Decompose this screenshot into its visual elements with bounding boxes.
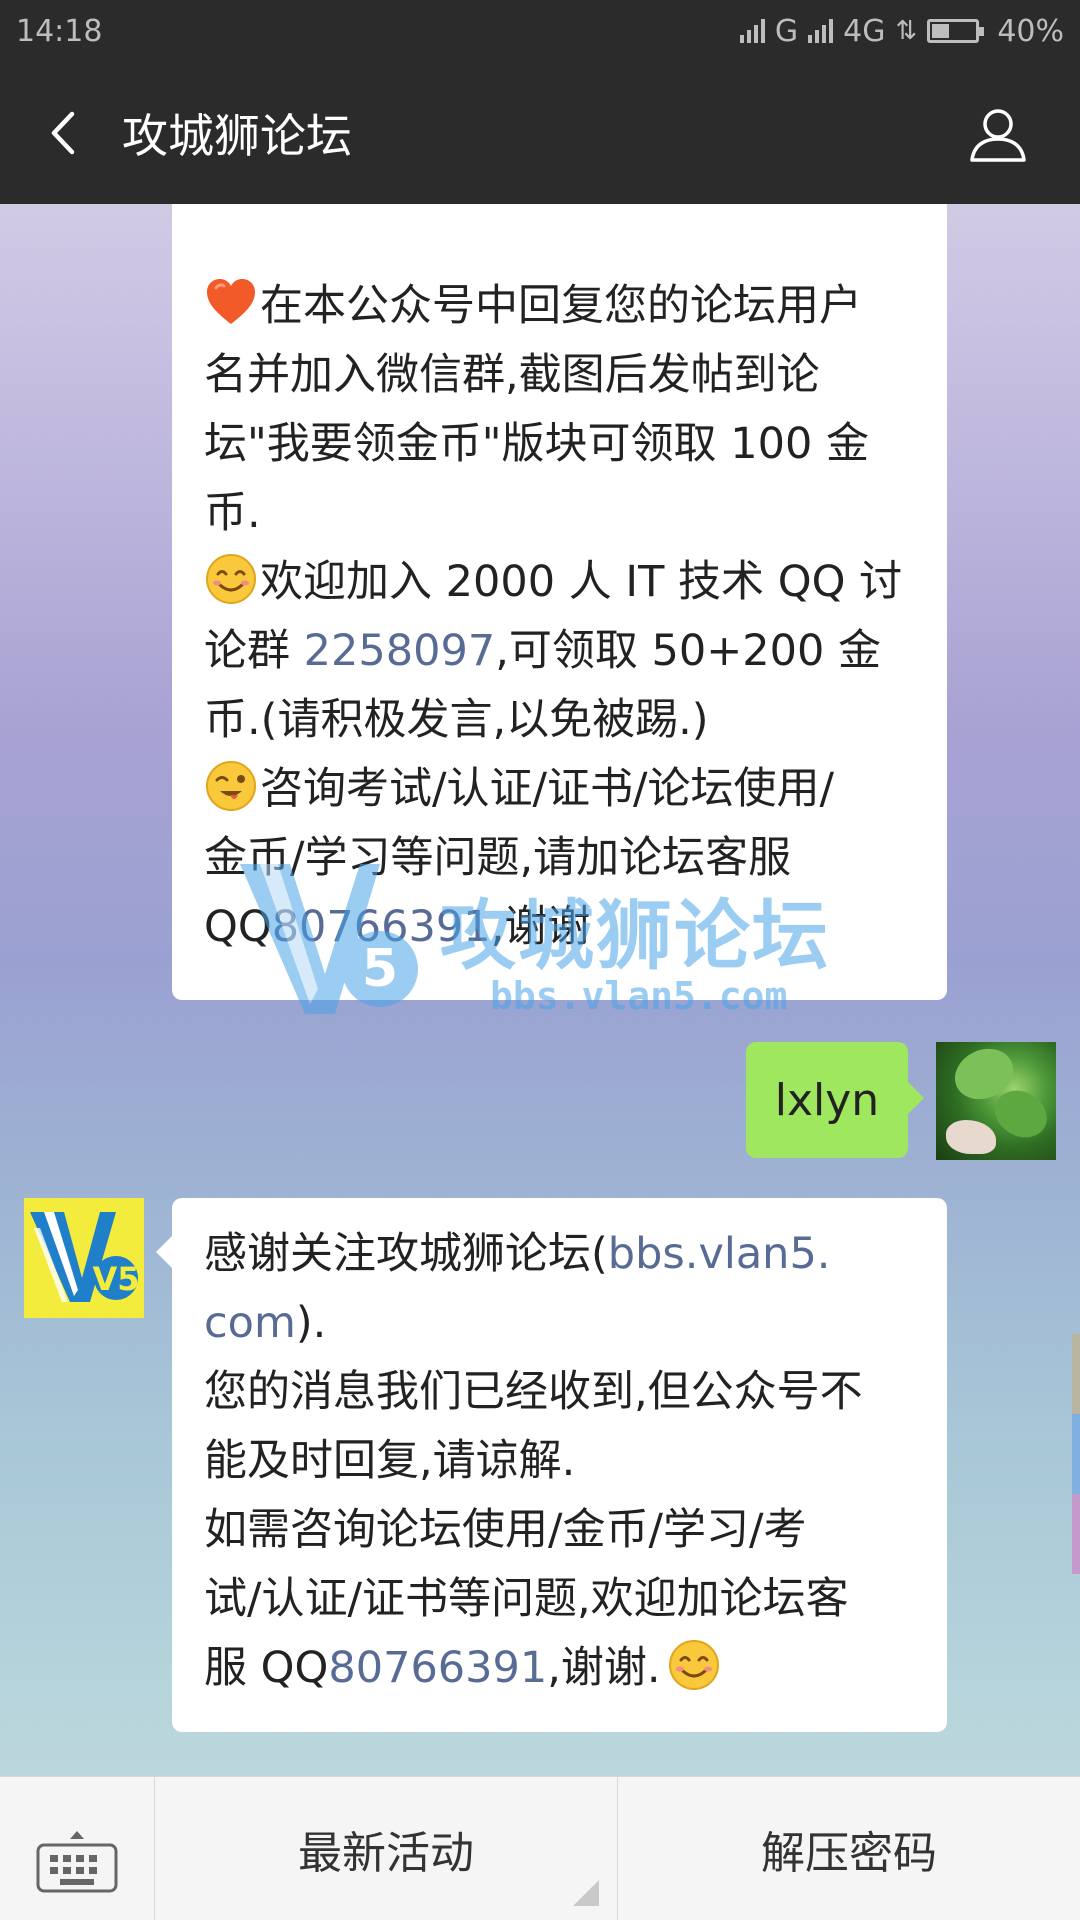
message-line: 论群 2258097,可领取 50+200 金 [204,617,915,686]
message-text: ). [295,1298,327,1348]
message-line: 名并加入微信群,截图后发帖到论 [204,350,820,400]
bot-avatar[interactable]: V5 [24,1198,144,1318]
profile-icon[interactable] [966,102,1030,166]
forum-url-link[interactable]: com [204,1298,296,1348]
menu-latest-activities-button[interactable]: 最新活动 [155,1777,618,1920]
qq-service-link[interactable]: 80766391 [328,1643,547,1693]
message-line: QQ80766391,谢谢 [204,893,915,962]
status-time: 14:18 [16,13,103,49]
my-message-text: lxlyn [774,1074,880,1126]
message-text: 欢迎加入 2000 人 IT 技术 QQ 讨 [260,557,903,607]
message-line: 咨询考试/认证/证书/论坛使用/ [204,755,915,824]
signal-4g-icon [808,19,834,43]
v5-logo-icon: V5 [24,1198,144,1318]
message-line: 币.(请积极发言,以免被踢.) [204,695,709,745]
heart-icon [207,279,255,324]
page-title: 攻城狮论坛 [122,109,352,163]
qq-group-link[interactable]: 2258097 [304,626,496,676]
menu-unzip-password-button[interactable]: 解压密码 [618,1777,1080,1920]
smile-emoji-icon [668,1640,719,1690]
menu-label: 解压密码 [761,1827,937,1879]
message-text: 在本公众号中回复您的论坛用户 [260,281,862,331]
message-line: 感谢关注攻城狮论坛(bbs.vlan5. [204,1220,915,1289]
menu-label: 最新活动 [298,1827,474,1879]
network-type: G [774,13,799,49]
title-bar: 攻城狮论坛 [0,62,1080,204]
message-bubble-welcome[interactable]: 在本公众号中回复您的论坛用户 名并加入微信群,截图后发帖到论 坛"我要领金币"版… [172,204,947,1000]
keyboard-icon [36,1831,118,1893]
avatar-hand [946,1120,996,1154]
back-arrow-icon[interactable] [42,108,92,158]
submenu-indicator-icon [573,1880,599,1906]
chat-area[interactable]: 在本公众号中回复您的论坛用户 名并加入微信群,截图后发帖到论 坛"我要领金币"版… [0,204,1080,1776]
message-text: ,可领取 50+200 金 [495,626,882,676]
scroll-indicator [1072,1334,1080,1574]
status-bar: 14:18 G 4G ⇅ 40% [0,0,1080,62]
message-text: 咨询考试/认证/证书/论坛使用/ [260,764,834,814]
my-message-bubble[interactable]: lxlyn [746,1042,924,1158]
data-transfer-icon: ⇅ [895,16,918,46]
battery-icon [927,19,985,43]
network-4g: 4G [843,13,886,49]
message-line: 能及时回复,请谅解. [204,1436,576,1486]
message-line: 服 QQ80766391,谢谢. [204,1634,915,1703]
message-bubble-auto-reply[interactable]: 感谢关注攻城狮论坛(bbs.vlan5. com). 您的消息我们已经收到,但公… [156,1198,947,1732]
message-line: 您的消息我们已经收到,但公众号不 [204,1367,863,1417]
status-icons: G 4G ⇅ 40% [739,13,1064,49]
message-line: com). [204,1289,915,1358]
message-text: 服 QQ [204,1643,329,1693]
wink-emoji-icon [206,761,256,811]
message-line: 欢迎加入 2000 人 IT 技术 QQ 讨 [204,548,915,617]
message-text: ,谢谢. [547,1643,661,1693]
battery-percent: 40% [997,13,1064,49]
logo-text: V5 [92,1260,139,1298]
message-line: 金币/学习等问题,请加论坛客服 [204,833,792,883]
bottom-menu-bar: 最新活动 解压密码 [0,1776,1080,1920]
message-line: 坛"我要领金币"版块可领取 100 金 [204,419,869,469]
message-line: 在本公众号中回复您的论坛用户 [204,272,915,341]
message-text: 论群 [204,626,304,676]
smile-emoji-icon [206,554,256,604]
forum-url-link[interactable]: bbs.vlan5. [608,1229,831,1279]
message-line: 试/认证/证书等问题,欢迎加论坛客 [204,1574,849,1624]
battery-fill [932,24,950,38]
message-line: 如需咨询论坛使用/金币/学习/考 [204,1505,807,1555]
message-text: 感谢关注攻城狮论坛( [204,1229,608,1279]
keyboard-toggle-button[interactable] [0,1777,155,1920]
signal-icon [739,19,765,43]
qq-service-link[interactable]: 80766391 [272,902,491,952]
message-text: ,谢谢 [490,902,591,952]
message-text: QQ [204,902,272,952]
message-line: 币. [204,488,261,538]
my-avatar[interactable] [936,1042,1056,1160]
